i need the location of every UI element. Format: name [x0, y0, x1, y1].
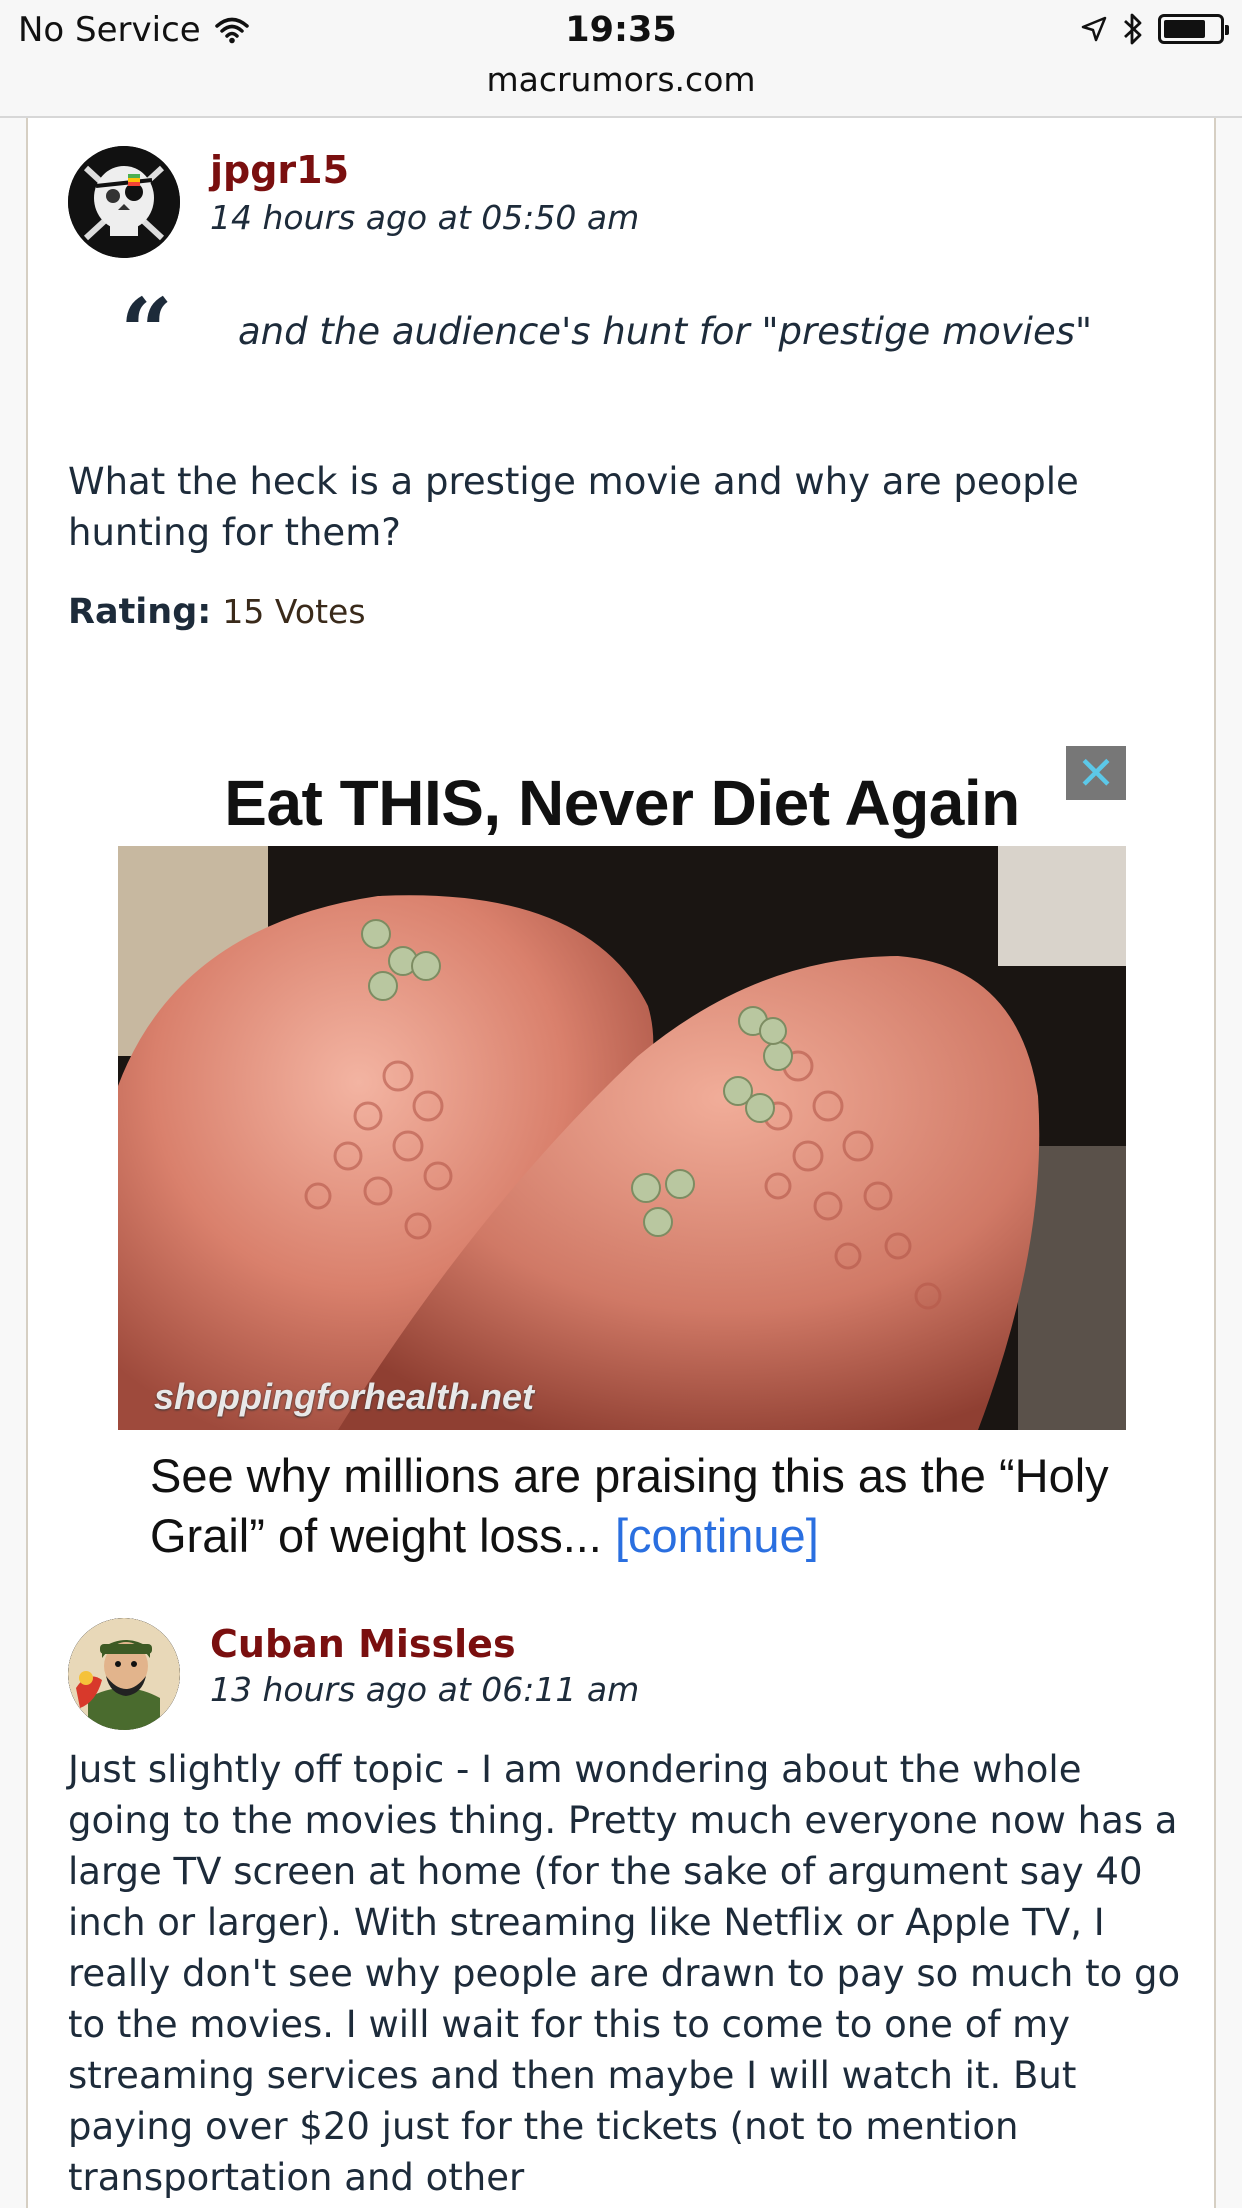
ad-image[interactable]: shoppingforhealth.net	[118, 846, 1126, 1430]
bluetooth-icon	[1124, 13, 1142, 45]
ad-domain: shoppingforhealth.net	[154, 1376, 534, 1417]
post-timestamp: 13 hours ago at 06:11 am	[210, 1670, 640, 1709]
rating-votes[interactable]: 15 Votes	[222, 592, 365, 631]
status-bar: No Service 19:35 macrumors.com	[0, 0, 1242, 118]
clock: 19:35	[565, 10, 677, 50]
rating-row: Rating: 15 Votes	[68, 592, 366, 632]
comment-post: Cuban Missles 13 hours ago at 06:11 am J…	[28, 1618, 1218, 2208]
soldier-cartoon-icon	[68, 1618, 180, 1730]
location-arrow-icon	[1081, 16, 1107, 42]
advertisement[interactable]: Eat THIS, Never Diet Again ✕ shoppingfor…	[118, 746, 1126, 1594]
post-body: What the heck is a prestige movie and wh…	[68, 460, 1079, 554]
continue-link[interactable]: [continue]	[615, 1509, 819, 1562]
ad-photo	[118, 846, 1126, 1430]
author-name[interactable]: Cuban Missles	[210, 1622, 516, 1666]
avatar[interactable]	[68, 146, 180, 258]
quote-text: and the audience's hunt for "prestige mo…	[238, 310, 1092, 353]
battery-icon	[1158, 14, 1229, 44]
avatar[interactable]	[68, 1618, 180, 1730]
close-icon[interactable]: ✕	[1066, 746, 1126, 800]
address-bar-url[interactable]: macrumors.com	[0, 60, 1242, 99]
ad-headline[interactable]: Eat THIS, Never Diet Again	[118, 766, 1126, 840]
post-body: Just slightly off topic - I am wondering…	[68, 1748, 1181, 2199]
pirate-skull-icon	[68, 146, 180, 258]
author-name[interactable]: jpgr15	[210, 148, 349, 192]
rating-label: Rating:	[68, 592, 212, 632]
comment-thread: jpgr15 14 hours ago at 05:50 am “ and th…	[26, 118, 1216, 2208]
battery-level	[1164, 20, 1205, 38]
quote-mark-icon: “	[120, 278, 173, 386]
ad-caption[interactable]: See why millions are praising this as th…	[150, 1446, 1110, 1566]
post-timestamp: 14 hours ago at 05:50 am	[210, 198, 640, 237]
comment-post: jpgr15 14 hours ago at 05:50 am “ and th…	[28, 118, 1218, 758]
